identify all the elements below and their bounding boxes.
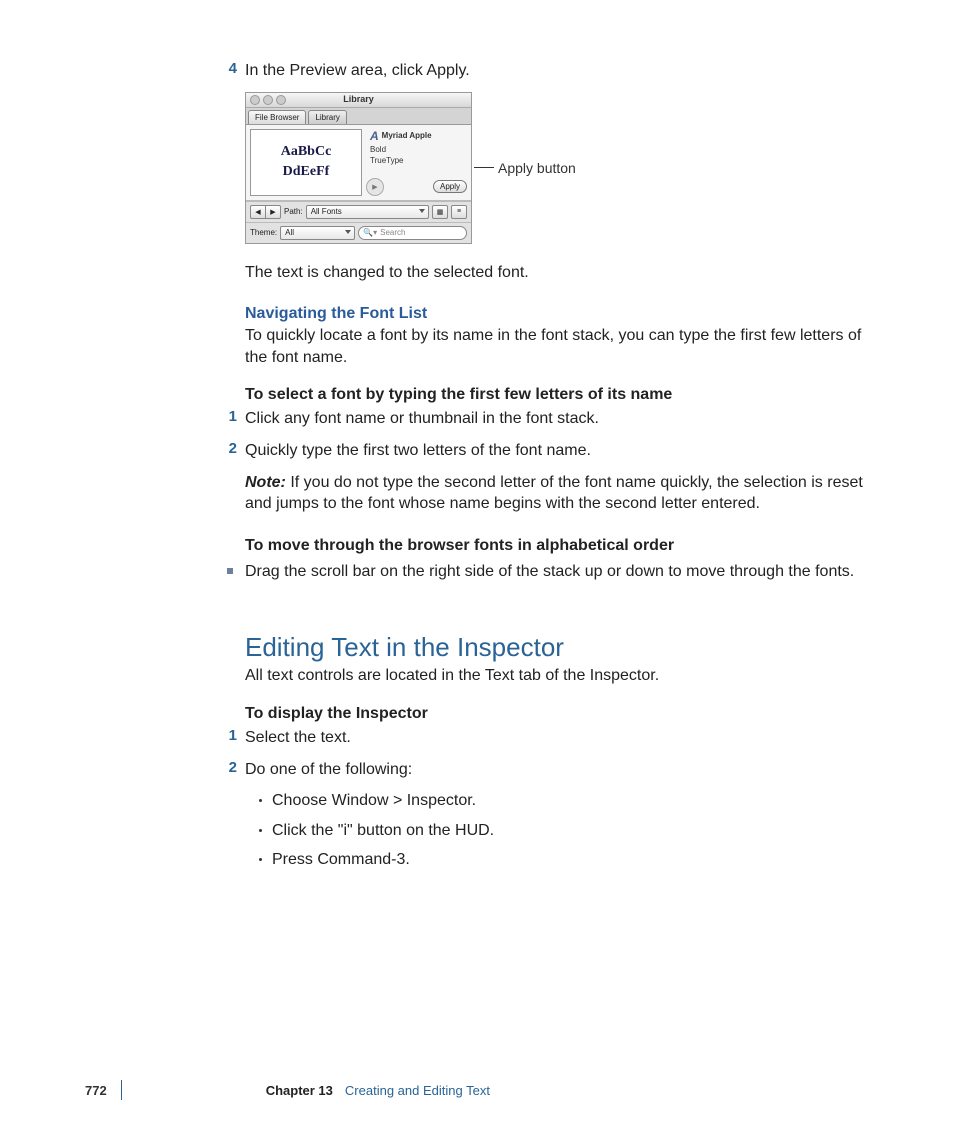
path-dropdown[interactable]: All Fonts — [306, 205, 429, 219]
tab-bar: File Browser Library — [246, 108, 471, 125]
option-text: Choose Window > Inspector. — [272, 790, 476, 812]
step-number: 1 — [217, 727, 237, 749]
select-step-1: 1 Click any font name or thumbnail in th… — [245, 408, 885, 430]
select-font-heading: To select a font by typing the first few… — [245, 386, 885, 404]
move-bullet: Drag the scroll bar on the right side of… — [245, 561, 885, 583]
theme-row: Theme: All 🔍▾ Search — [246, 222, 471, 243]
path-value: All Fonts — [311, 207, 342, 216]
grid-view-button[interactable]: ▦ — [432, 205, 448, 219]
bullet-text: Drag the scroll bar on the right side of… — [245, 561, 854, 583]
chapter-title: Creating and Editing Text — [345, 1083, 490, 1098]
display-step-1: 1 Select the text. — [245, 727, 885, 749]
path-label: Path: — [284, 207, 303, 216]
step-text: Select the text. — [245, 727, 351, 749]
step-4: 4 In the Preview area, click Apply. — [245, 60, 885, 82]
font-meta: AMyriad Apple Bold TrueType — [366, 125, 471, 178]
theme-value: All — [285, 228, 294, 237]
play-button[interactable]: ▶ — [366, 178, 384, 196]
display-inspector-heading: To display the Inspector — [245, 705, 885, 723]
preview-line2: DdEeFf — [283, 164, 330, 180]
search-placeholder: Search — [380, 228, 405, 237]
library-window: Library File Browser Library AaBbCc DdEe… — [245, 92, 472, 244]
font-icon: A — [370, 129, 379, 143]
font-name: Myriad Apple — [382, 131, 432, 140]
window-title: Library — [246, 94, 471, 104]
path-row: ◀ ▶ Path: All Fonts ▦ ≡ — [246, 201, 471, 222]
step-text: Click any font name or thumbnail in the … — [245, 408, 599, 430]
tab-file-browser[interactable]: File Browser — [248, 110, 306, 124]
note-label: Note: — [245, 474, 286, 491]
page-footer: 772 Chapter 13 Creating and Editing Text — [85, 1080, 490, 1100]
section-title: Editing Text in the Inspector — [245, 632, 885, 663]
section-intro: All text controls are located in the Tex… — [245, 665, 885, 687]
callout-leader — [474, 167, 494, 168]
bullet-icon — [227, 568, 233, 574]
callout-label: Apply button — [498, 160, 576, 176]
step-number: 2 — [217, 759, 237, 781]
note-paragraph: Note: If you do not type the second lett… — [245, 472, 885, 515]
chapter-label: Chapter 13 — [266, 1083, 333, 1098]
search-icon: 🔍▾ — [363, 228, 377, 237]
font-weight: Bold — [370, 145, 467, 154]
sub-option-2: Click the "i" button on the HUD. — [259, 820, 885, 842]
bullet-icon — [259, 858, 262, 861]
theme-dropdown[interactable]: All — [280, 226, 355, 240]
bullet-icon — [259, 829, 262, 832]
tab-library[interactable]: Library — [308, 110, 346, 124]
step-text: Quickly type the first two letters of th… — [245, 440, 591, 462]
step-text: In the Preview area, click Apply. — [245, 60, 470, 82]
display-step-2: 2 Do one of the following: — [245, 759, 885, 781]
preview-line1: AaBbCc — [281, 144, 332, 160]
option-text: Click the "i" button on the HUD. — [272, 820, 494, 842]
bullet-icon — [259, 799, 262, 802]
note-text: If you do not type the second letter of … — [245, 474, 863, 513]
sub-option-3: Press Command-3. — [259, 849, 885, 871]
step-number: 4 — [217, 60, 237, 82]
nav-buttons: ◀ ▶ — [250, 205, 281, 219]
nav-forward-button[interactable]: ▶ — [265, 205, 281, 219]
titlebar: Library — [246, 93, 471, 108]
after-figure-text: The text is changed to the selected font… — [245, 262, 885, 284]
list-view-button[interactable]: ≡ — [451, 205, 467, 219]
footer-divider — [121, 1080, 122, 1100]
navigating-text: To quickly locate a font by its name in … — [245, 325, 885, 368]
library-window-figure: Library File Browser Library AaBbCc DdEe… — [245, 92, 885, 244]
step-text: Do one of the following: — [245, 759, 412, 781]
step-number: 2 — [217, 440, 237, 462]
search-input[interactable]: 🔍▾ Search — [358, 226, 467, 240]
content-row: AaBbCc DdEeFf AMyriad Apple Bold TrueTyp… — [246, 125, 471, 201]
font-preview: AaBbCc DdEeFf — [250, 129, 362, 196]
move-heading: To move through the browser fonts in alp… — [245, 537, 885, 555]
option-text: Press Command-3. — [272, 849, 410, 871]
font-kind: TrueType — [370, 156, 467, 165]
nav-back-button[interactable]: ◀ — [250, 205, 265, 219]
sub-option-1: Choose Window > Inspector. — [259, 790, 885, 812]
navigating-heading: Navigating the Font List — [245, 305, 885, 323]
apply-button[interactable]: Apply — [433, 180, 467, 193]
theme-label: Theme: — [250, 228, 277, 237]
step-number: 1 — [217, 408, 237, 430]
select-step-2: 2 Quickly type the first two letters of … — [245, 440, 885, 462]
page-number: 772 — [85, 1083, 107, 1098]
